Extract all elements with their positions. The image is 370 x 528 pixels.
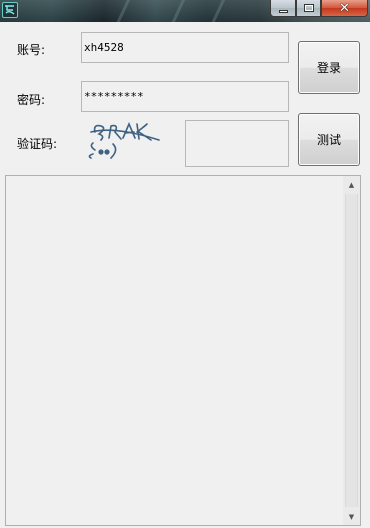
account-input[interactable]: xh4528 bbox=[81, 32, 289, 63]
output-textarea[interactable]: ▲ ▼ bbox=[5, 175, 361, 526]
close-button[interactable]: ✕ bbox=[321, 0, 368, 17]
password-input[interactable]: ********* bbox=[81, 81, 289, 112]
login-button[interactable]: 登录 bbox=[298, 41, 360, 94]
minimize-icon bbox=[278, 9, 288, 13]
close-icon: ✕ bbox=[339, 0, 350, 16]
scroll-up-icon[interactable]: ▲ bbox=[343, 176, 360, 193]
captcha-input[interactable] bbox=[185, 120, 289, 167]
captcha-label: 验证码: bbox=[17, 137, 58, 151]
account-label: 账号: bbox=[17, 43, 46, 57]
captcha-image[interactable] bbox=[85, 120, 165, 164]
maximize-icon bbox=[303, 4, 314, 12]
password-label: 密码: bbox=[17, 93, 46, 107]
test-button[interactable]: 测试 bbox=[298, 113, 360, 166]
app-logo-icon bbox=[2, 2, 18, 18]
scroll-track[interactable] bbox=[345, 194, 358, 507]
vertical-scrollbar[interactable]: ▲ ▼ bbox=[343, 176, 360, 525]
title-bar[interactable]: ✕ bbox=[0, 0, 370, 22]
maximize-button[interactable] bbox=[296, 0, 321, 17]
scroll-down-icon[interactable]: ▼ bbox=[343, 508, 360, 525]
minimize-button[interactable] bbox=[270, 0, 296, 17]
